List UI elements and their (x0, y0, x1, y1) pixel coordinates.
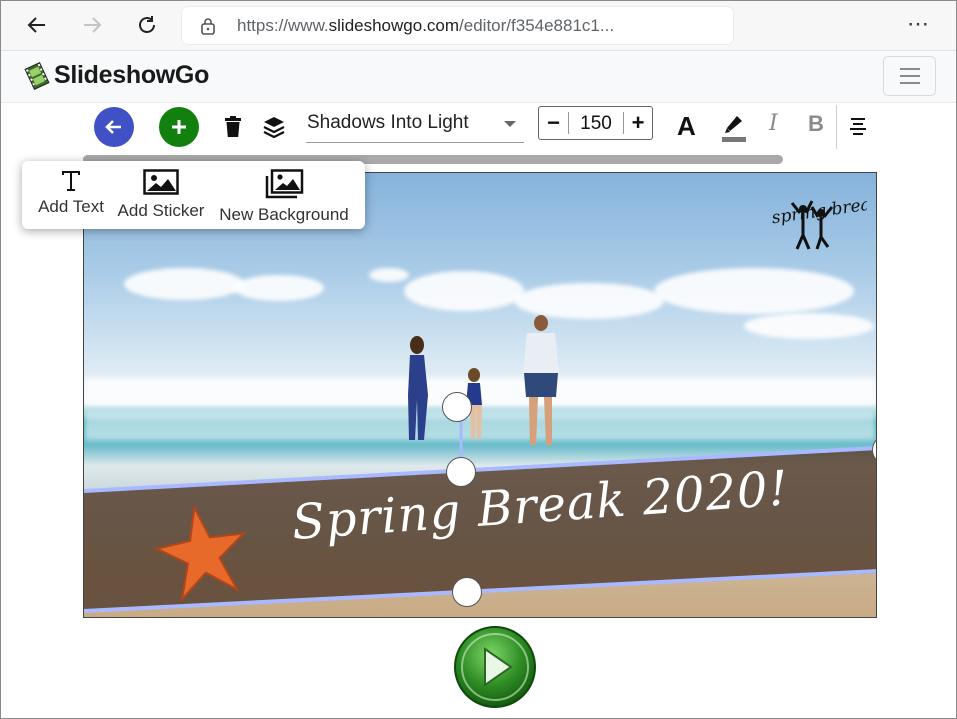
logo[interactable]: SlideshowGo (24, 61, 209, 90)
spring-break-sticker[interactable]: spring break (767, 179, 876, 266)
images-icon (265, 169, 304, 199)
font-family-select[interactable]: Shadows Into Light (306, 109, 524, 143)
new-background-button[interactable]: New Background (216, 169, 352, 225)
plus-icon (172, 120, 186, 134)
align-center-icon[interactable] (847, 115, 869, 137)
trash-icon[interactable] (221, 114, 245, 140)
beach-photo (84, 315, 876, 613)
font-size-value[interactable]: 150 (569, 113, 623, 135)
resize-handle-bottom[interactable] (452, 577, 482, 607)
increase-size-button[interactable]: + (624, 107, 652, 139)
highlight-icon[interactable] (720, 111, 748, 143)
resize-handle-top[interactable] (446, 457, 476, 487)
slide-canvas[interactable]: Spring Break 2020! spring break (83, 172, 877, 618)
bold-button[interactable]: B (808, 111, 824, 137)
play-icon (454, 626, 536, 708)
rotate-handle[interactable] (442, 392, 472, 422)
play-button[interactable] (453, 625, 537, 709)
more-menu-icon[interactable]: ⋯ (907, 11, 930, 37)
decrease-size-button[interactable]: − (539, 107, 568, 139)
image-icon (143, 169, 179, 195)
font-size-stepper[interactable]: − 150 + (538, 106, 653, 140)
chevron-down-icon (504, 121, 516, 127)
lock-icon (200, 17, 216, 40)
back-arrow-icon[interactable] (22, 10, 52, 40)
toolbar-divider (836, 105, 837, 149)
add-button[interactable] (159, 107, 199, 147)
add-sticker-button[interactable]: Add Sticker (117, 169, 205, 221)
hamburger-menu-button[interactable] (883, 56, 936, 96)
add-menu-popup: Add Text Add Sticker New Background (22, 161, 365, 229)
add-sticker-label: Add Sticker (117, 201, 205, 220)
app-name: SlideshowGo (54, 61, 210, 89)
add-text-button[interactable]: Add Text (38, 169, 104, 217)
arrow-left-icon (105, 120, 121, 134)
forward-arrow-icon[interactable] (77, 10, 107, 40)
back-button[interactable] (94, 107, 134, 147)
film-icon (24, 61, 50, 90)
reload-icon[interactable] (132, 10, 162, 40)
italic-button[interactable]: I (769, 111, 778, 136)
add-text-label: Add Text (38, 197, 104, 216)
app-header: SlideshowGo (1, 51, 956, 103)
text-color-button[interactable]: A (677, 111, 696, 142)
address-bar[interactable]: https://www.slideshowgo.com/editor/f354e… (182, 7, 733, 44)
layers-icon[interactable] (261, 114, 287, 140)
url-text: https://www.slideshowgo.com/editor/f354e… (237, 16, 615, 35)
browser-toolbar: https://www.slideshowgo.com/editor/f354e… (1, 1, 956, 51)
font-family-value: Shadows Into Light (307, 112, 469, 133)
text-icon (62, 171, 80, 191)
new-background-label: New Background (219, 205, 349, 224)
